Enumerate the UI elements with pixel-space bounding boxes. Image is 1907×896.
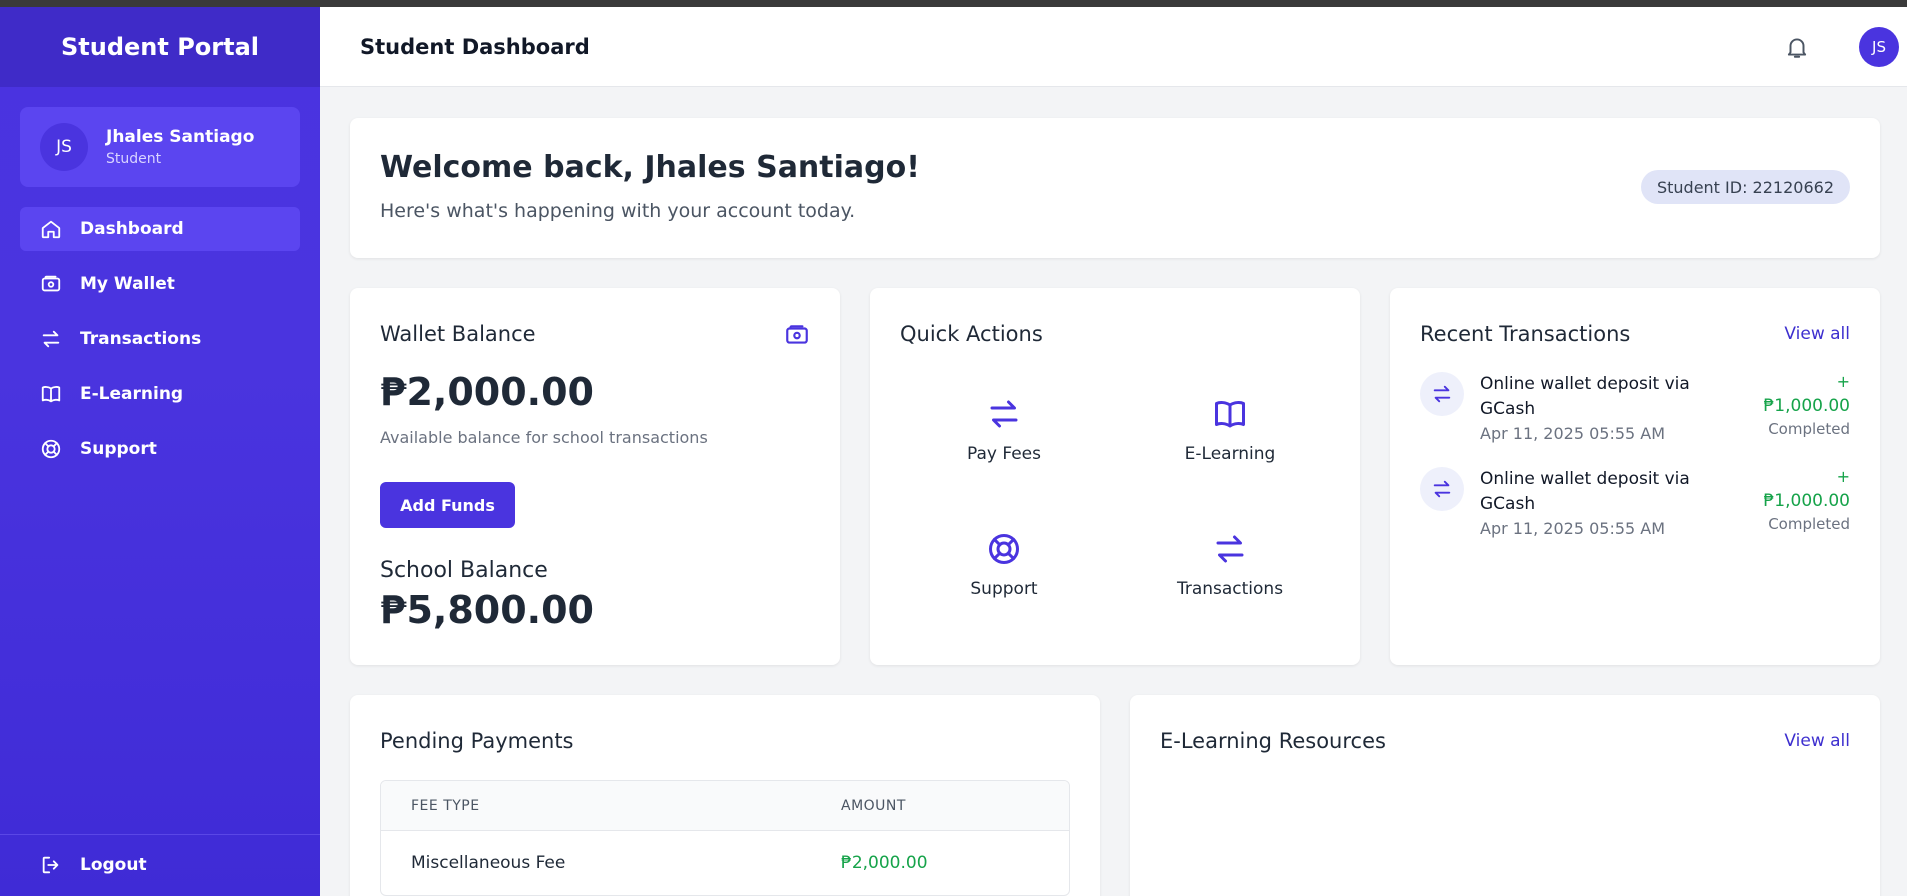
brand-title: Student Portal	[0, 7, 320, 87]
window-top-strip	[0, 0, 1907, 7]
top-header: Student Dashboard JS	[320, 7, 1907, 87]
home-icon	[41, 220, 61, 239]
school-balance-label: School Balance	[380, 558, 548, 583]
sidebar-nav: Dashboard My Wallet Transactions E-Learn…	[0, 207, 320, 471]
welcome-subtext: Here's what's happening with your accoun…	[380, 200, 856, 222]
arrows-icon	[42, 330, 60, 348]
header-avatar[interactable]: JS	[1859, 27, 1899, 67]
welcome-heading: Welcome back, Jhales Santiago!	[380, 150, 920, 185]
logout-button[interactable]: Logout	[20, 843, 300, 887]
sidebar-item-label: E-Learning	[80, 384, 184, 404]
elearning-resources-title: E-Learning Resources	[1160, 729, 1386, 753]
quick-action-pay-fees[interactable]: Pay Fees	[904, 396, 1104, 464]
quick-actions-card: Quick Actions Pay Fees E-Learning Suppor…	[870, 288, 1360, 665]
sidebar-item-label: My Wallet	[80, 274, 175, 294]
elearning-resources-card: E-Learning Resources View all	[1130, 695, 1880, 896]
transaction-sign: +	[1836, 467, 1850, 486]
user-card: JS Jhales Santiago Student	[20, 107, 300, 187]
transaction-amount: ₱1,000.00	[1763, 396, 1850, 416]
quick-action-label: E-Learning	[1184, 444, 1276, 464]
wallet-balance-value: ₱2,000.00	[380, 370, 594, 414]
quick-action-label: Transactions	[1176, 579, 1284, 599]
user-name: Jhales Santiago	[106, 127, 255, 147]
sidebar: Student Portal JS Jhales Santiago Studen…	[0, 7, 320, 896]
sidebar-item-wallet[interactable]: My Wallet	[20, 262, 300, 306]
transaction-description: Online wallet deposit via GCash	[1480, 469, 1690, 514]
add-funds-button[interactable]: Add Funds	[380, 482, 515, 528]
transaction-status: Completed	[1768, 420, 1850, 438]
transaction-status: Completed	[1768, 515, 1850, 533]
arrows-icon	[1216, 535, 1244, 563]
transaction-date: Apr 11, 2025 05:55 AM	[1480, 424, 1666, 443]
logout-icon	[42, 856, 59, 874]
sidebar-item-elearning[interactable]: E-Learning	[20, 372, 300, 416]
transaction-item[interactable]: Online wallet deposit via GCash Apr 11, …	[1420, 372, 1850, 452]
amount-cell: ₱2,000.00	[841, 853, 928, 873]
quick-action-label: Pay Fees	[967, 444, 1041, 464]
transaction-description: Online wallet deposit via GCash	[1480, 374, 1690, 419]
sidebar-item-label: Transactions	[80, 329, 202, 349]
view-all-transactions-link[interactable]: View all	[1784, 324, 1850, 344]
user-role: Student	[106, 151, 162, 167]
pending-payments-table: FEE TYPE AMOUNT Miscellaneous Fee ₱2,000…	[380, 780, 1070, 896]
transaction-item[interactable]: Online wallet deposit via GCash Apr 11, …	[1420, 467, 1850, 547]
table-row: Miscellaneous Fee ₱2,000.00	[381, 831, 1069, 895]
column-header-fee-type: FEE TYPE	[411, 797, 480, 814]
transaction-icon	[1420, 372, 1464, 416]
sidebar-item-label: Support	[80, 439, 157, 459]
transaction-amount: ₱1,000.00	[1763, 491, 1850, 511]
recent-transactions-card: Recent Transactions View all Online wall…	[1390, 288, 1880, 665]
bell-icon[interactable]	[1784, 34, 1810, 60]
lifebuoy-icon	[41, 439, 61, 459]
quick-action-elearning[interactable]: E-Learning	[1130, 396, 1330, 464]
sidebar-item-label: Dashboard	[80, 219, 184, 239]
wallet-balance-card: Wallet Balance ₱2,000.00 Available balan…	[350, 288, 840, 665]
fee-type-cell: Miscellaneous Fee	[411, 853, 566, 873]
lifebuoy-icon	[989, 534, 1019, 564]
wallet-title: Wallet Balance	[380, 322, 536, 346]
quick-actions-title: Quick Actions	[900, 322, 1043, 346]
transaction-sign: +	[1836, 372, 1850, 391]
welcome-card: Welcome back, Jhales Santiago! Here's wh…	[350, 118, 1880, 258]
pending-payments-card: Pending Payments FEE TYPE AMOUNT Miscell…	[350, 695, 1100, 896]
recent-transactions-title: Recent Transactions	[1420, 322, 1631, 346]
school-balance-value: ₱5,800.00	[380, 588, 594, 632]
wallet-icon	[786, 325, 808, 344]
view-all-elearning-link[interactable]: View all	[1784, 731, 1850, 751]
sidebar-item-dashboard[interactable]: Dashboard	[20, 207, 300, 251]
arrows-icon	[1433, 480, 1451, 498]
transaction-date: Apr 11, 2025 05:55 AM	[1480, 519, 1666, 538]
transaction-icon	[1420, 467, 1464, 511]
book-icon	[1215, 401, 1245, 428]
wallet-balance-description: Available balance for school transaction…	[380, 428, 708, 447]
user-info: Jhales Santiago Student	[106, 127, 254, 167]
book-icon	[41, 386, 61, 403]
page-title: Student Dashboard	[360, 34, 590, 59]
sidebar-item-transactions[interactable]: Transactions	[20, 317, 300, 361]
table-header: FEE TYPE AMOUNT	[381, 781, 1069, 831]
sidebar-item-support[interactable]: Support	[20, 427, 300, 471]
quick-action-transactions[interactable]: Transactions	[1130, 531, 1330, 599]
avatar: JS	[40, 123, 88, 171]
wallet-icon	[41, 275, 61, 292]
quick-action-support[interactable]: Support	[904, 531, 1104, 599]
student-id-badge: Student ID: 22120662	[1640, 170, 1850, 204]
logout-label: Logout	[80, 855, 147, 875]
arrows-icon	[990, 400, 1018, 428]
column-header-amount: AMOUNT	[841, 797, 906, 814]
logout-area: Logout	[0, 834, 320, 896]
pending-payments-title: Pending Payments	[380, 729, 574, 753]
arrows-icon	[1433, 385, 1451, 403]
quick-action-label: Support	[970, 579, 1038, 599]
